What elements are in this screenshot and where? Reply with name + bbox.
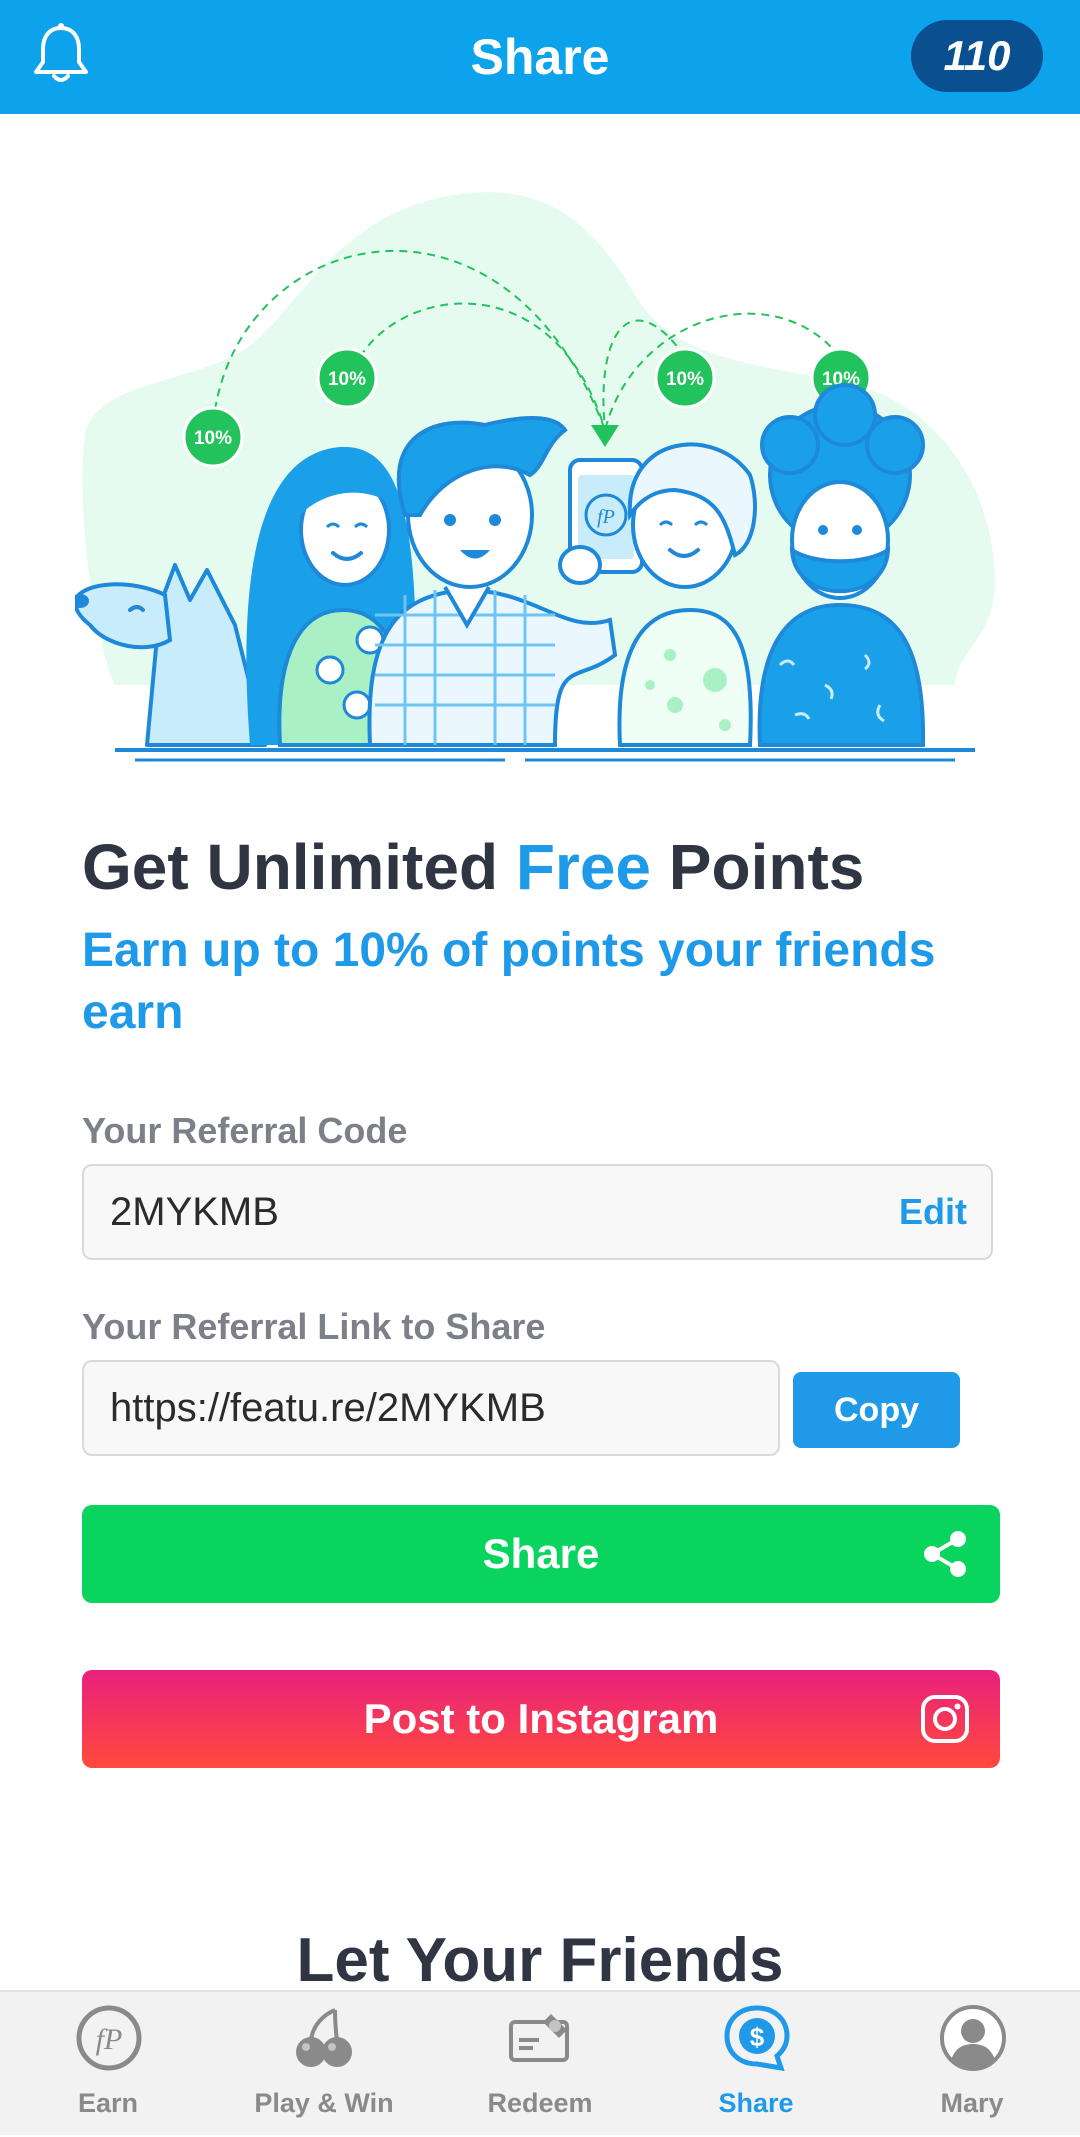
referral-link-label: Your Referral Link to Share — [82, 1306, 546, 1347]
referral-code-field[interactable]: 2MYKMB Edit — [82, 1164, 993, 1260]
bonus-badge: 10% — [182, 406, 244, 468]
bonus-badge: 10% — [316, 347, 378, 409]
instagram-button-label: Post to Instagram — [363, 1695, 719, 1742]
nav-item-redeem[interactable]: Redeem — [432, 1992, 648, 2137]
dollar-chat-icon: $ — [724, 2005, 790, 2072]
fp-logo-icon: fP — [76, 2005, 142, 2071]
nav-item-share[interactable]: $ Share — [648, 1992, 864, 2137]
referral-code-value: 2MYKMB — [110, 1190, 279, 1234]
nav-item-play-win[interactable]: Play & Win — [216, 1992, 432, 2137]
points-balance-badge[interactable]: 110 — [911, 20, 1043, 92]
copy-link-button[interactable]: Copy — [793, 1372, 960, 1448]
nav-item-profile[interactable]: Mary — [864, 1992, 1080, 2137]
svg-text:10%: 10% — [666, 369, 704, 390]
svg-text:10%: 10% — [328, 369, 366, 390]
subheadline: Earn up to 10% of points your friends ea… — [82, 924, 936, 1039]
svg-text:10%: 10% — [194, 428, 232, 449]
headline-text: Get Unlimited — [82, 831, 516, 903]
headline: Get Unlimited Free Points — [82, 830, 864, 904]
share-button[interactable]: Share — [82, 1505, 1000, 1603]
share-button-label: Share — [482, 1530, 600, 1577]
referral-illustration: 10% 10% 10% 10% fP — [75, 192, 995, 762]
nav-label-earn: Earn — [77, 2088, 139, 2118]
bonus-badge: 10% — [654, 347, 716, 409]
cherries-icon — [296, 2008, 352, 2067]
let-your-friends-heading: Let Your Friends — [296, 1926, 784, 1995]
nav-label-play-win: Play & Win — [254, 2088, 394, 2118]
share-icon — [924, 1531, 966, 1577]
edit-referral-code-button[interactable]: Edit — [899, 1166, 967, 1258]
headline-accent: Free — [515, 831, 651, 903]
referral-link-field[interactable]: https://featu.re/2MYKMB — [82, 1360, 780, 1456]
nav-label-redeem: Redeem — [487, 2088, 593, 2118]
nav-label-share: Share — [718, 2088, 794, 2118]
phone-illustration: fP — [558, 458, 644, 585]
bottom-navigation: fP Earn Play & Win Redeem $ Share Mary — [0, 1990, 1080, 2135]
post-to-instagram-button[interactable]: Post to Instagram — [82, 1670, 1000, 1768]
top-bar: Share 110 — [0, 0, 1080, 114]
headline-text-end: Points — [651, 831, 865, 903]
instagram-icon — [921, 1695, 969, 1743]
svg-text:fP: fP — [597, 506, 615, 528]
svg-text:fP: fP — [96, 2023, 123, 2056]
profile-icon — [940, 2005, 1006, 2071]
nav-label-profile: Mary — [940, 2088, 1004, 2118]
referral-link-value: https://featu.re/2MYKMB — [110, 1386, 546, 1430]
svg-text:$: $ — [750, 2022, 765, 2052]
gift-card-icon — [509, 2014, 569, 2062]
nav-item-earn[interactable]: fP Earn — [0, 1992, 216, 2137]
referral-code-label: Your Referral Code — [82, 1110, 408, 1151]
